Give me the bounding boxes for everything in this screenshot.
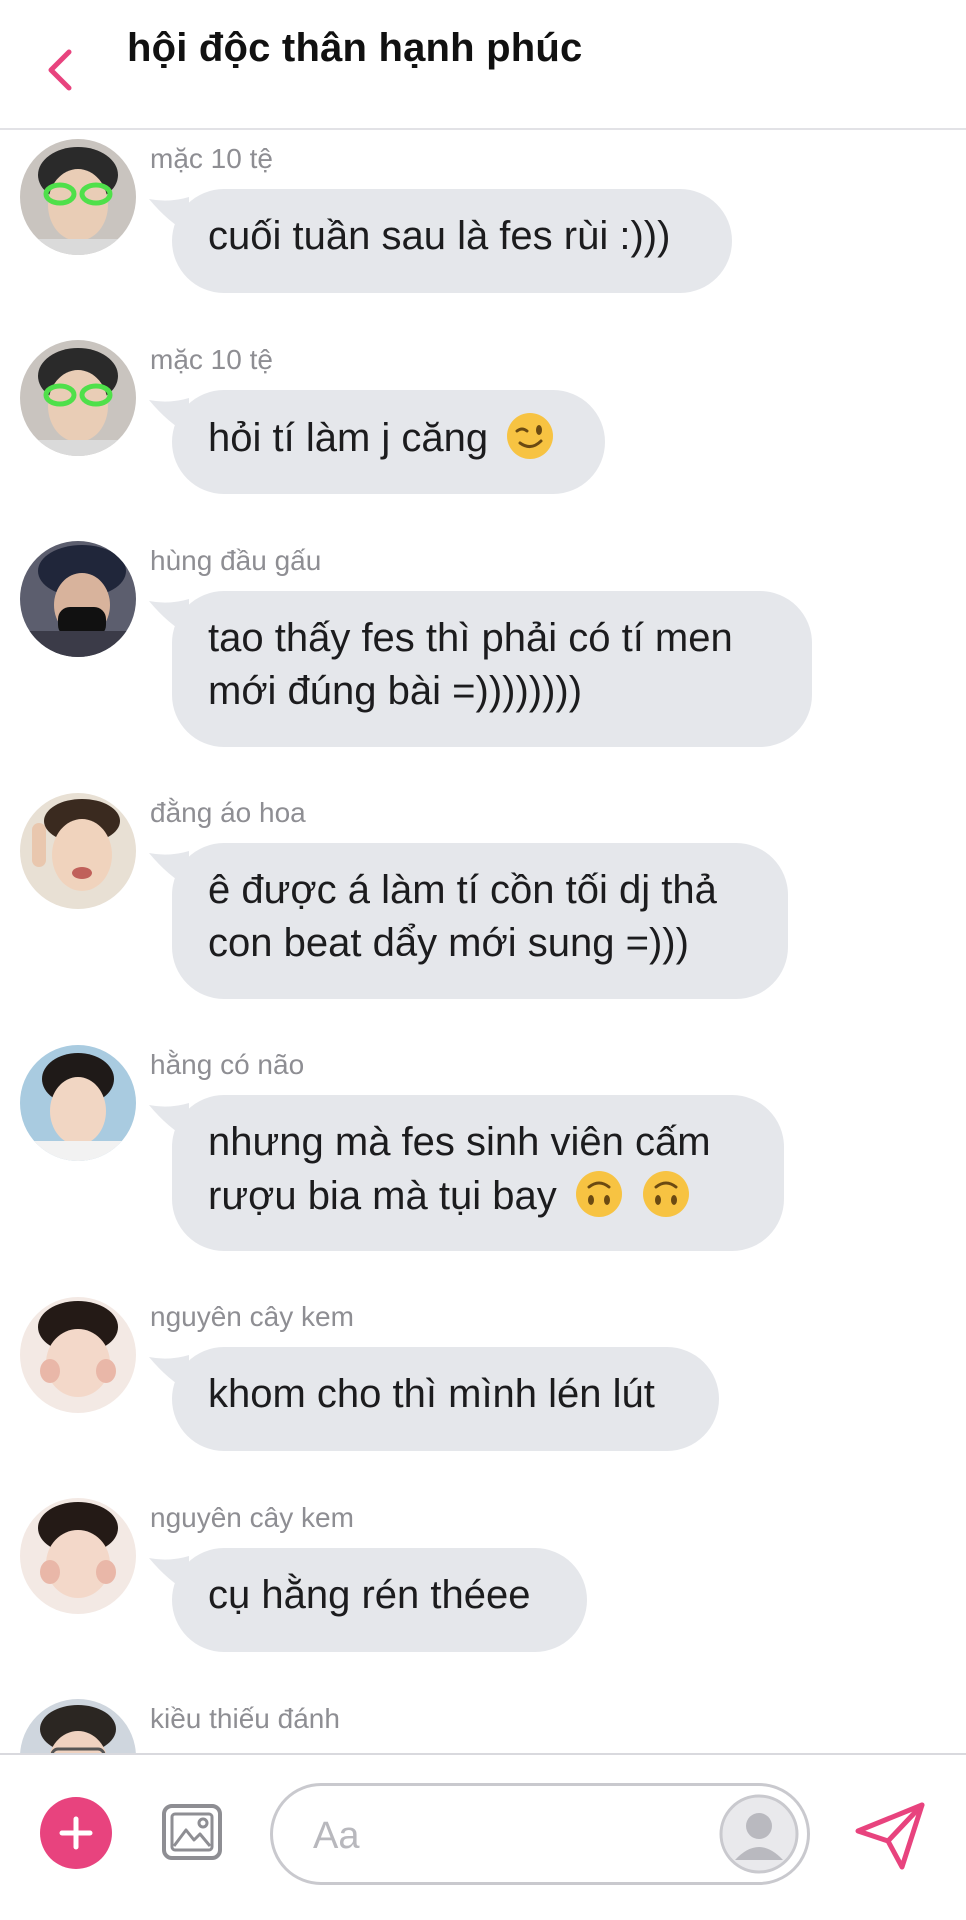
person-icon: [719, 1794, 799, 1874]
sender-name: nguyên cây kem: [150, 1301, 354, 1332]
back-button[interactable]: [30, 40, 90, 100]
winking-face-icon: [507, 413, 554, 459]
sender-name: nguyên cây kem: [150, 1502, 354, 1533]
message-text: ê được á làm tí cồn tối dj thả: [208, 868, 717, 912]
image-button[interactable]: [160, 1800, 224, 1864]
send-icon: [855, 1802, 925, 1870]
avatar[interactable]: [20, 541, 136, 657]
message-text: con beat dẩy mới sung =))): [208, 921, 689, 965]
sender-name: mặc 10 tệ: [150, 143, 273, 174]
avatar[interactable]: [20, 1498, 136, 1614]
message-text: hỏi tí làm j căng: [208, 416, 489, 460]
sender-name: kiều thiếu đánh: [150, 1703, 340, 1734]
chat-header: hội độc thân hạnh phúc: [0, 0, 966, 130]
message-input[interactable]: [311, 1808, 645, 1864]
avatar[interactable]: [20, 793, 136, 909]
message-text: mới đúng bài =)))))))): [208, 669, 583, 713]
upside-down-face-icon: [642, 1171, 689, 1217]
avatar[interactable]: [20, 1699, 136, 1753]
sender-name: hùng đầu gấu: [150, 545, 322, 576]
message-list[interactable]: mặc 10 tệ cuối tuần sau là fes rùi :))) …: [0, 131, 966, 1753]
chevron-left-icon: [48, 49, 72, 91]
message-text-row: rượu bia mà tụi bay: [208, 1169, 748, 1223]
send-button[interactable]: [850, 1795, 930, 1875]
add-button[interactable]: [40, 1797, 112, 1869]
message-bubble[interactable]: nhưng mà fes sinh viên cấm rượu bia mà t…: [172, 1095, 784, 1251]
message-bubble[interactable]: cuối tuần sau là fes rùi :))): [172, 189, 732, 293]
avatar[interactable]: [20, 139, 136, 255]
message-text: nhưng mà fes sinh viên cấm: [208, 1120, 711, 1164]
avatar[interactable]: [20, 1297, 136, 1413]
plus-icon: [59, 1816, 93, 1850]
message-bubble[interactable]: tao thấy fes thì phải có tí men mới đúng…: [172, 591, 812, 747]
message-bubble[interactable]: ê được á làm tí cồn tối dj thả con beat …: [172, 843, 788, 999]
composer-bar: [0, 1753, 966, 1920]
chat-title: hội độc thân hạnh phúc: [127, 26, 583, 70]
sender-name: hằng có não: [150, 1049, 305, 1080]
message-text: tao thấy fes thì phải có tí men: [208, 616, 733, 660]
profile-avatar[interactable]: [719, 1794, 799, 1874]
message-bubble[interactable]: khom cho thì mình lén lút: [172, 1347, 719, 1451]
message-bubble[interactable]: cụ hằng rén théee: [172, 1548, 587, 1652]
avatar[interactable]: [20, 1045, 136, 1161]
message-input-box[interactable]: [270, 1783, 810, 1885]
message-text: khom cho thì mình lén lút: [208, 1372, 655, 1416]
message-text: cuối tuần sau là fes rùi :))): [208, 214, 671, 258]
image-icon: [162, 1804, 222, 1860]
message-text-row: hỏi tí làm j căng: [208, 411, 569, 465]
avatar[interactable]: [20, 340, 136, 456]
message-text: rượu bia mà tụi bay: [208, 1174, 557, 1218]
message-text: cụ hằng rén théee: [208, 1573, 531, 1617]
upside-down-face-icon: [575, 1171, 622, 1217]
sender-name: mặc 10 tệ: [150, 344, 273, 375]
message-bubble[interactable]: hỏi tí làm j căng: [172, 390, 605, 494]
sender-name: đằng áo hoa: [150, 797, 306, 828]
